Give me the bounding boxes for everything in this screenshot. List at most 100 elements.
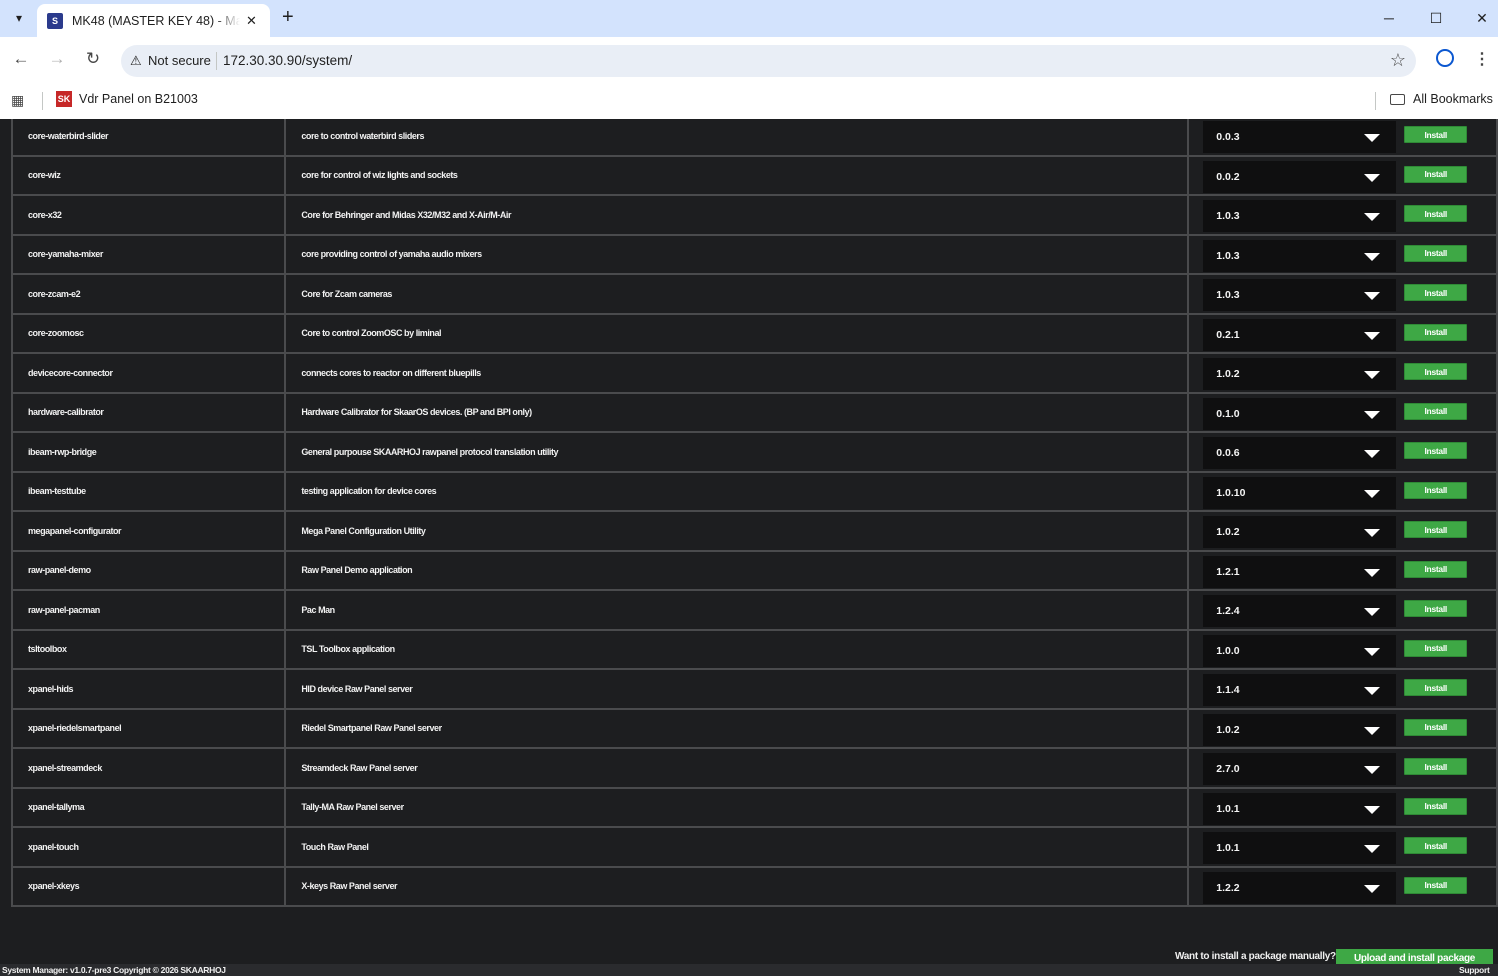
version-select[interactable]: 1.0.1 bbox=[1203, 832, 1397, 865]
package-description: core to control waterbird sliders bbox=[284, 119, 1190, 157]
install-button[interactable]: Install bbox=[1404, 165, 1468, 183]
version-select[interactable]: 1.2.4 bbox=[1203, 595, 1397, 628]
all-bookmarks-button[interactable]: All Bookmarks bbox=[1390, 92, 1493, 106]
maximize-icon[interactable]: ☐ bbox=[1416, 4, 1456, 32]
version-select[interactable]: 1.0.2 bbox=[1203, 713, 1397, 746]
table-row: raw-panel-demo Raw Panel Demo application… bbox=[10, 549, 1498, 591]
page-content: core-waterbird-slider core to control wat… bbox=[0, 119, 1498, 976]
install-button[interactable]: Install bbox=[1404, 758, 1468, 776]
table-row: raw-panel-pacman Pac Man 1.2.4 Install bbox=[10, 589, 1498, 631]
apps-icon[interactable]: ▦ bbox=[11, 92, 24, 109]
version-value: 1.0.1 bbox=[1216, 842, 1240, 855]
star-icon[interactable]: ☆ bbox=[1390, 50, 1406, 71]
chevron-down-icon bbox=[1364, 213, 1381, 222]
minimize-icon[interactable]: ─ bbox=[1369, 4, 1409, 32]
version-select[interactable]: 1.0.10 bbox=[1203, 476, 1397, 509]
version-value: 1.0.2 bbox=[1216, 526, 1240, 539]
version-controls: 1.0.10 Install bbox=[1203, 474, 1496, 509]
package-description: Pac Man bbox=[284, 589, 1190, 631]
version-select[interactable]: 1.1.4 bbox=[1203, 674, 1397, 707]
install-button[interactable]: Install bbox=[1404, 363, 1468, 381]
version-select[interactable]: 1.2.2 bbox=[1203, 871, 1397, 904]
table-row: xpanel-hids HID device Raw Panel server 1.… bbox=[10, 668, 1498, 710]
support-link[interactable]: Support bbox=[1459, 965, 1490, 975]
install-button[interactable]: Install bbox=[1404, 126, 1468, 144]
install-button[interactable]: Install bbox=[1404, 481, 1468, 499]
version-select[interactable]: 1.2.1 bbox=[1203, 555, 1397, 588]
version-controls: 1.0.3 Install bbox=[1203, 237, 1496, 272]
package-table: core-waterbird-slider core to control wat… bbox=[10, 119, 1498, 907]
install-button[interactable]: Install bbox=[1404, 244, 1468, 262]
package-version-cell: 1.1.4 Install bbox=[1187, 668, 1498, 710]
version-select[interactable]: 1.0.2 bbox=[1203, 516, 1397, 549]
chevron-down-icon bbox=[1364, 292, 1381, 301]
version-select[interactable]: 1.0.3 bbox=[1203, 239, 1397, 272]
version-controls: 0.0.2 Install bbox=[1203, 158, 1496, 193]
install-button[interactable]: Install bbox=[1404, 797, 1468, 815]
forward-icon[interactable]: → bbox=[45, 49, 69, 69]
chevron-down-icon bbox=[1364, 608, 1381, 617]
install-button[interactable]: Install bbox=[1404, 876, 1468, 894]
install-button[interactable]: Install bbox=[1404, 323, 1468, 341]
install-button[interactable]: Install bbox=[1404, 560, 1468, 578]
browser-tab[interactable]: S MK48 (MASTER KEY 48) - Master ✕ bbox=[37, 4, 270, 37]
install-button[interactable]: Install bbox=[1404, 639, 1468, 657]
address-bar[interactable]: ⚠ Not secure 172.30.30.90/system/ ☆ bbox=[121, 45, 1416, 77]
version-select[interactable]: 2.7.0 bbox=[1203, 753, 1397, 786]
menu-icon[interactable]: ⋮ bbox=[1474, 49, 1490, 69]
warning-icon[interactable]: ⚠ bbox=[130, 53, 142, 69]
version-select[interactable]: 0.2.1 bbox=[1203, 318, 1397, 351]
manual-install-question: Want to install a package manually? bbox=[1175, 951, 1336, 962]
new-tab-button[interactable]: + bbox=[282, 6, 294, 29]
tab-close-icon[interactable]: ✕ bbox=[246, 13, 257, 29]
version-select[interactable]: 0.1.0 bbox=[1203, 397, 1397, 430]
install-button[interactable]: Install bbox=[1404, 521, 1468, 539]
install-button[interactable]: Install bbox=[1404, 205, 1468, 223]
window-close-icon[interactable]: ✕ bbox=[1462, 4, 1498, 32]
footer-version: System Manager: v1.0.7-pre3 Copyright © … bbox=[2, 965, 226, 975]
chevron-down-icon bbox=[1364, 805, 1381, 814]
package-name: core-x32 bbox=[10, 194, 287, 236]
version-controls: 1.0.1 Install bbox=[1203, 829, 1496, 865]
reload-icon[interactable]: ↻ bbox=[81, 49, 105, 69]
package-name: raw-panel-pacman bbox=[10, 589, 287, 631]
security-label[interactable]: Not secure bbox=[148, 53, 211, 68]
install-button[interactable]: Install bbox=[1404, 600, 1468, 618]
bookmark-label: Vdr Panel on B21003 bbox=[79, 92, 198, 106]
version-controls: 0.2.1 Install bbox=[1203, 316, 1496, 351]
version-value: 1.1.4 bbox=[1216, 684, 1240, 697]
tab-search-icon[interactable]: ▾ bbox=[6, 5, 32, 31]
version-value: 1.0.3 bbox=[1216, 289, 1240, 302]
package-description: TSL Toolbox application bbox=[284, 628, 1190, 670]
back-icon[interactable]: ← bbox=[9, 49, 33, 69]
package-name: core-zcam-e2 bbox=[10, 273, 287, 315]
chevron-down-icon bbox=[1364, 687, 1381, 696]
url-text[interactable]: 172.30.30.90/system/ bbox=[223, 53, 352, 68]
table-row: core-waterbird-slider core to control wat… bbox=[10, 119, 1498, 157]
package-version-cell: 0.2.1 Install bbox=[1187, 312, 1498, 354]
version-select[interactable]: 1.0.1 bbox=[1203, 792, 1397, 825]
install-button[interactable]: Install bbox=[1404, 442, 1468, 460]
package-name: xpanel-xkeys bbox=[10, 865, 287, 907]
version-select[interactable]: 0.0.2 bbox=[1203, 160, 1397, 193]
version-select[interactable]: 1.0.2 bbox=[1203, 358, 1397, 391]
install-button[interactable]: Install bbox=[1404, 837, 1468, 855]
version-select[interactable]: 1.0.0 bbox=[1203, 634, 1397, 667]
version-select[interactable]: 1.0.3 bbox=[1203, 200, 1397, 233]
version-controls: 1.0.3 Install bbox=[1203, 276, 1496, 312]
version-select[interactable]: 1.0.3 bbox=[1203, 279, 1397, 312]
package-version-cell: 1.2.4 Install bbox=[1187, 589, 1498, 631]
install-button[interactable]: Install bbox=[1404, 718, 1468, 736]
version-select[interactable]: 0.0.3 bbox=[1203, 121, 1397, 154]
install-button[interactable]: Install bbox=[1404, 284, 1468, 302]
version-controls: 1.2.1 Install bbox=[1203, 553, 1496, 588]
version-select[interactable]: 0.0.6 bbox=[1203, 437, 1397, 470]
bookmark-item[interactable]: SK Vdr Panel on B21003 bbox=[56, 91, 198, 107]
chevron-down-icon bbox=[1364, 252, 1381, 261]
chevron-down-icon bbox=[1364, 884, 1381, 893]
package-description: Core for Zcam cameras bbox=[284, 273, 1190, 315]
install-button[interactable]: Install bbox=[1404, 402, 1468, 420]
profile-icon[interactable] bbox=[1436, 49, 1454, 67]
table-row: core-zoomosc Core to control ZoomOSC by l… bbox=[10, 312, 1498, 354]
install-button[interactable]: Install bbox=[1404, 679, 1468, 697]
